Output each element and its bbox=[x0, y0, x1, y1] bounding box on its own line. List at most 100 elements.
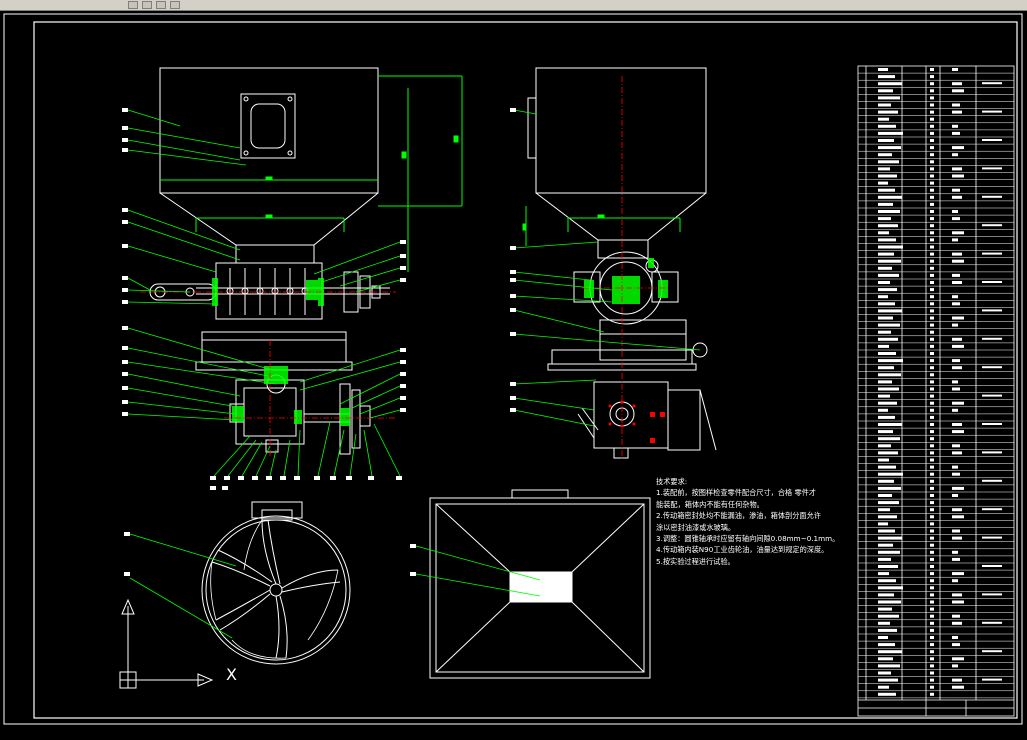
parts-qty-mark bbox=[930, 153, 934, 157]
parts-material-mark bbox=[952, 323, 958, 327]
parts-qty-mark bbox=[930, 444, 934, 448]
parts-name-mark bbox=[878, 394, 890, 398]
restore-button[interactable] bbox=[170, 1, 180, 9]
parts-name-mark bbox=[878, 685, 889, 689]
parts-name-mark bbox=[878, 401, 897, 405]
parts-material-mark bbox=[952, 486, 964, 490]
parts-material-mark bbox=[952, 472, 960, 476]
parts-name-mark bbox=[878, 465, 896, 469]
parts-qty-mark bbox=[930, 146, 934, 150]
parts-name-mark bbox=[878, 536, 902, 540]
parts-qty-mark bbox=[930, 451, 934, 455]
parts-material-mark bbox=[952, 614, 960, 618]
parts-name-mark bbox=[878, 522, 888, 526]
parts-qty-mark bbox=[930, 671, 934, 675]
side-view-redmarks bbox=[608, 400, 665, 443]
parts-list-table bbox=[857, 65, 1015, 717]
close-button[interactable] bbox=[156, 1, 166, 9]
parts-note-mark bbox=[982, 110, 1002, 113]
parts-qty-mark bbox=[930, 89, 934, 93]
notes-line: 4.传动箱内装N90工业齿轮油，油量达到规定的深度。 bbox=[656, 545, 829, 555]
parts-name-mark bbox=[878, 96, 900, 100]
parts-note-mark bbox=[982, 479, 1002, 482]
parts-material-mark bbox=[952, 621, 962, 625]
parts-qty-mark bbox=[930, 678, 934, 682]
technical-requirements: 技术要求: 1.装配前，按图样检查零件配合尺寸，合格 零件才 能装配，箱体内不能… bbox=[656, 476, 856, 567]
parts-note-mark bbox=[982, 451, 1002, 454]
ucs-icon bbox=[119, 598, 214, 689]
notes-heading: 技术要求: bbox=[656, 477, 688, 486]
parts-qty-mark bbox=[930, 628, 934, 632]
parts-note-mark bbox=[982, 281, 1002, 283]
parts-name-mark bbox=[878, 373, 901, 377]
parts-qty-mark bbox=[930, 82, 934, 86]
cad-drawing-area[interactable] bbox=[0, 10, 1027, 736]
parts-qty-mark bbox=[930, 224, 934, 228]
parts-name-mark bbox=[878, 501, 899, 505]
parts-qty-mark bbox=[930, 586, 934, 590]
parts-name-mark bbox=[878, 252, 894, 256]
parts-material-mark bbox=[952, 387, 960, 391]
parts-name-mark bbox=[878, 352, 896, 355]
parts-name-mark bbox=[878, 295, 888, 299]
parts-qty-mark bbox=[930, 373, 934, 377]
parts-name-mark bbox=[878, 628, 897, 632]
front-view-balloons bbox=[122, 108, 406, 490]
parts-name-mark bbox=[878, 657, 893, 661]
parts-material-mark bbox=[952, 68, 958, 71]
minimize-button[interactable] bbox=[128, 1, 138, 9]
ucs-x-label: X bbox=[226, 665, 237, 684]
parts-material-mark bbox=[952, 678, 962, 682]
parts-qty-mark bbox=[930, 316, 934, 320]
parts-name-mark bbox=[878, 423, 902, 426]
parts-name-mark bbox=[878, 231, 889, 235]
parts-qty-mark bbox=[930, 550, 934, 554]
parts-name-mark bbox=[878, 593, 894, 597]
parts-name-mark bbox=[878, 181, 888, 185]
parts-name-mark bbox=[878, 579, 896, 583]
parts-qty-mark bbox=[930, 394, 934, 398]
parts-material-mark bbox=[952, 451, 962, 455]
parts-qty-mark bbox=[930, 181, 934, 185]
parts-name-mark bbox=[878, 430, 893, 434]
parts-qty-mark bbox=[930, 195, 934, 199]
parts-name-mark bbox=[878, 302, 895, 306]
parts-material-mark bbox=[952, 273, 960, 277]
parts-material-mark bbox=[952, 295, 958, 299]
side-view-hatching bbox=[584, 258, 668, 304]
parts-name-mark bbox=[878, 167, 890, 171]
parts-name-mark bbox=[878, 380, 892, 384]
parts-material-mark bbox=[952, 557, 960, 561]
parts-qty-mark bbox=[930, 245, 934, 249]
parts-qty-mark bbox=[930, 309, 934, 313]
maximize-button[interactable] bbox=[142, 1, 152, 9]
parts-material-mark bbox=[952, 657, 964, 661]
parts-name-mark bbox=[878, 692, 896, 696]
parts-note-mark bbox=[982, 82, 1002, 85]
parts-note-mark bbox=[982, 508, 1002, 511]
parts-name-mark bbox=[878, 671, 891, 675]
parts-qty-mark bbox=[930, 160, 934, 164]
parts-qty-mark bbox=[930, 202, 934, 206]
parts-qty-mark bbox=[930, 323, 934, 327]
parts-material-mark bbox=[952, 103, 960, 107]
parts-qty-mark bbox=[930, 650, 934, 654]
parts-list-rows bbox=[858, 72, 1014, 699]
parts-material-mark bbox=[952, 359, 960, 363]
parts-name-mark bbox=[878, 224, 898, 228]
parts-name-mark bbox=[878, 103, 891, 107]
parts-name-mark bbox=[878, 210, 900, 213]
parts-note-mark bbox=[982, 394, 1002, 397]
rotor-blades bbox=[226, 268, 309, 315]
parts-note-mark bbox=[982, 621, 1002, 624]
parts-qty-mark bbox=[930, 522, 934, 526]
parts-name-mark bbox=[878, 281, 890, 284]
parts-name-mark bbox=[878, 508, 890, 512]
parts-note-mark bbox=[982, 650, 1002, 653]
parts-name-mark bbox=[878, 621, 890, 625]
parts-name-mark bbox=[878, 139, 894, 142]
parts-name-mark bbox=[878, 437, 900, 441]
parts-note-mark bbox=[982, 167, 1002, 170]
parts-name-mark bbox=[878, 273, 899, 277]
parts-name-mark bbox=[878, 387, 899, 391]
